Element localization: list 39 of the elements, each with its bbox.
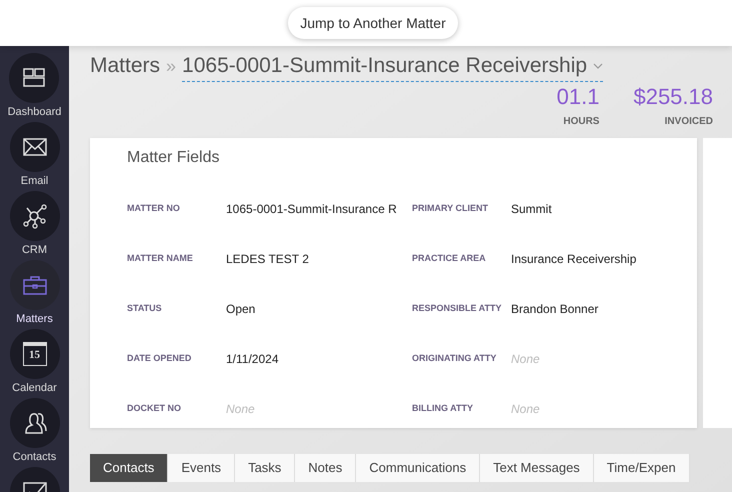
stat-value: 01.1: [556, 84, 600, 110]
network-icon: [20, 202, 48, 230]
jump-matter-button[interactable]: Jump to Another Matter: [288, 7, 458, 39]
tab[interactable]: Communications: [356, 454, 480, 482]
field-value: Open: [226, 301, 256, 318]
field-value: Brandon Bonner: [511, 301, 598, 318]
chevron-down-icon: [593, 62, 604, 68]
field-value: Insurance Receivership: [511, 251, 636, 268]
field-label: DOCKET NO: [127, 402, 182, 416]
field-label: MATTER NAME: [127, 252, 194, 266]
field-label: ORIGINATING ATTY: [412, 352, 498, 366]
tab[interactable]: Notes: [295, 454, 356, 482]
tab[interactable]: Time/Expen: [594, 454, 690, 482]
field-value: None: [226, 401, 255, 418]
matter-title-dropdown[interactable]: 1065-0001-Summit-Insurance Receivership: [182, 50, 604, 82]
field-label: STATUS: [127, 302, 163, 316]
field-label: PRIMARY CLIENT: [412, 202, 490, 216]
field-label: BILLING ATTY: [412, 402, 474, 416]
tab[interactable]: Contacts: [90, 454, 168, 482]
card-title: Matter Fields: [127, 148, 220, 168]
calendar-icon: 15: [22, 342, 46, 366]
field-value: None: [511, 401, 540, 418]
field-label: PRACTICE AREA: [412, 252, 487, 266]
stat-label: INVOICED: [664, 115, 713, 129]
tab[interactable]: Text Messages: [480, 454, 594, 482]
field-value: 1/11/2024: [226, 351, 278, 368]
tab[interactable]: Events: [168, 454, 236, 482]
field-value: None: [511, 351, 540, 368]
field-value: 1065-0001-Summit-Insurance R: [226, 201, 397, 218]
tab[interactable]: Tasks: [235, 454, 296, 482]
field-label: MATTER NO: [127, 202, 181, 216]
stat-label: HOURS: [563, 115, 600, 129]
field-label: RESPONSIBLE ATTY: [412, 302, 503, 316]
field-value: Summit: [511, 201, 552, 218]
breadcrumb-separator: »: [166, 54, 176, 78]
stat-value: $255.18: [633, 84, 713, 110]
field-value: LEDES TEST 2: [226, 251, 309, 268]
field-label: DATE OPENED: [127, 352, 192, 366]
breadcrumb-link[interactable]: Matters: [90, 50, 160, 82]
